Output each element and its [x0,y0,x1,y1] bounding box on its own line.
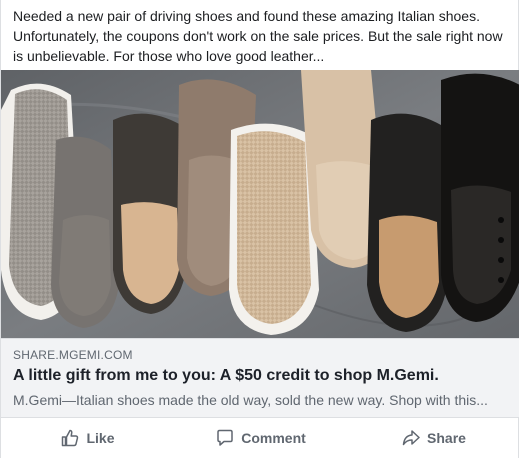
shoe-grey-suede [51,136,119,328]
post-action-bar: Like Comment Share [1,418,519,458]
shoe-black-suede [367,113,447,332]
share-button[interactable]: Share [351,422,516,454]
shoe-dark-suede [113,113,186,314]
share-label: Share [427,430,466,446]
shoe-black-leather [441,73,519,322]
link-domain: SHARE.MGEMI.COM [13,348,133,362]
link-title[interactable]: A little gift from me to you: A $50 cred… [13,367,439,385]
link-description: M.Gemi—Italian shoes made the old way, s… [13,392,488,408]
comment-label: Comment [241,430,306,446]
comment-bubble-icon [215,428,235,448]
comment-button[interactable]: Comment [178,422,343,454]
link-preview-card[interactable]: SHARE.MGEMI.COM A little gift from me to… [1,338,519,418]
link-preview-image[interactable] [1,70,519,338]
shoe-beige-woven [229,123,319,335]
thumbs-up-icon [60,428,80,448]
share-arrow-icon [401,428,421,448]
like-label: Like [86,430,115,446]
like-button[interactable]: Like [5,422,170,454]
shoes-photo [1,70,519,338]
feed-post: Needed a new pair of driving shoes and f… [0,0,519,458]
post-body-text: Needed a new pair of driving shoes and f… [13,8,503,64]
